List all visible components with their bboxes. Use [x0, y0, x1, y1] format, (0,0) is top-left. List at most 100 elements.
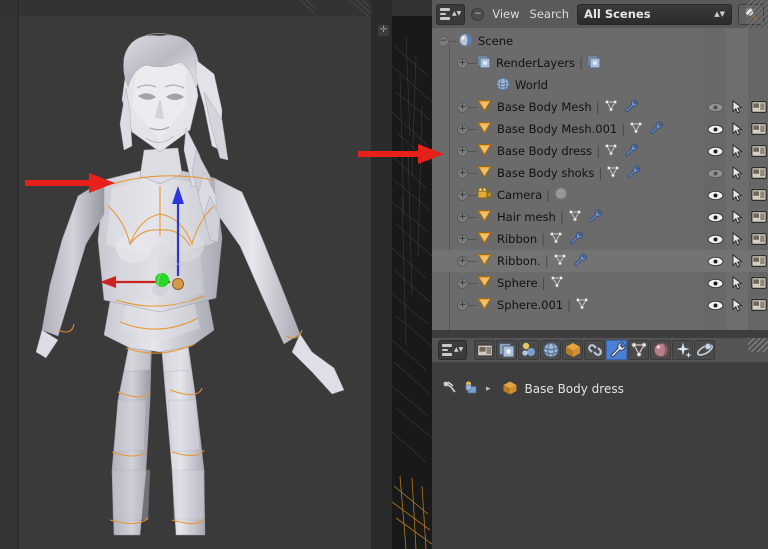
row-expander[interactable]: +: [457, 255, 468, 267]
selectable-cursor-icon[interactable]: [728, 294, 748, 316]
menu-search[interactable]: Search: [528, 7, 572, 21]
renderable-camera-icon[interactable]: [749, 118, 768, 140]
blender-window: ✛ ✛ ✛ Us: [0, 0, 768, 549]
renderable-camera-icon[interactable]: [749, 206, 768, 228]
scene-scope-dropdown[interactable]: All Scenes ▲▼: [577, 3, 732, 25]
chevron-updown-icon: ▲▼: [452, 10, 462, 17]
renderable-camera-icon[interactable]: [749, 184, 768, 206]
scene-tab[interactable]: [518, 340, 540, 360]
outliner-row-label[interactable]: Sphere.001: [497, 298, 563, 312]
render-layers-tab[interactable]: [496, 340, 518, 360]
outliner-row-label[interactable]: World: [515, 78, 548, 92]
outliner-row[interactable]: − Scene: [432, 30, 768, 52]
selectable-cursor-icon[interactable]: [728, 118, 748, 140]
properties-display-mode-icon[interactable]: ▲▼: [438, 340, 468, 360]
renderable-camera-icon[interactable]: [749, 228, 768, 250]
selectable-cursor-icon[interactable]: [728, 206, 748, 228]
3d-viewport[interactable]: ✛ ✛ ✛ Us: [0, 0, 423, 549]
secondary-wireframe-viewport[interactable]: [392, 16, 432, 549]
outliner-row-label[interactable]: RenderLayers: [496, 56, 575, 70]
outliner-row-label[interactable]: Ribbon.: [497, 254, 541, 268]
row-expander[interactable]: +: [457, 299, 468, 311]
constraints-tab[interactable]: [584, 340, 606, 360]
outliner-row-label[interactable]: Base Body Mesh: [497, 100, 592, 114]
wrench-icon: [623, 99, 638, 116]
renderable-camera-icon[interactable]: [749, 96, 768, 118]
properties-tab-bar[interactable]: ▲▼: [432, 338, 768, 362]
pin-icon[interactable]: [442, 380, 457, 398]
texture-tab[interactable]: [672, 340, 694, 360]
visibility-eye-icon[interactable]: [705, 228, 725, 250]
menu-view[interactable]: View: [490, 7, 521, 21]
row-separator: |: [544, 254, 549, 268]
row-separator: |: [596, 144, 601, 158]
row-expander[interactable]: +: [457, 211, 468, 223]
tree-line: [468, 194, 477, 196]
circle-minus-icon[interactable]: −: [471, 7, 485, 21]
row-expander[interactable]: +: [457, 57, 468, 69]
outliner-row-label[interactable]: Base Body Mesh.001: [497, 122, 617, 136]
outliner-row[interactable]: World: [432, 74, 768, 96]
visibility-eye-icon[interactable]: [705, 250, 725, 272]
y-axis-handle: [155, 273, 169, 287]
outliner-row-label[interactable]: Sphere: [497, 276, 538, 290]
visibility-eye-icon[interactable]: [705, 96, 725, 118]
viewport-canvas: [0, 0, 372, 549]
outliner-row-label[interactable]: Camera: [497, 188, 542, 202]
chevron-updown-icon: ▲▼: [454, 346, 464, 353]
object-tab[interactable]: [562, 340, 584, 360]
row-expander[interactable]: +: [457, 277, 468, 289]
camera-data-icon: [554, 187, 568, 203]
outliner-row-label[interactable]: Ribbon: [497, 232, 537, 246]
row-expander[interactable]: +: [457, 145, 468, 157]
row-expander[interactable]: +: [457, 189, 468, 201]
visibility-eye-icon[interactable]: [705, 140, 725, 162]
selectable-cursor-icon[interactable]: [728, 228, 748, 250]
physics-tab[interactable]: [694, 340, 716, 360]
move-handle-icon-1[interactable]: ✛: [378, 25, 389, 36]
outliner-row-label[interactable]: Hair mesh: [497, 210, 556, 224]
row-expander[interactable]: +: [457, 123, 468, 135]
renderable-camera-icon[interactable]: [749, 140, 768, 162]
selectable-cursor-icon[interactable]: [728, 96, 748, 118]
selectable-cursor-icon[interactable]: [728, 162, 748, 184]
renderable-camera-icon[interactable]: [749, 294, 768, 316]
renderable-camera-icon[interactable]: [749, 162, 768, 184]
row-expander[interactable]: +: [457, 101, 468, 113]
render-tab[interactable]: [474, 340, 496, 360]
resize-hatch-decoration: [748, 338, 768, 352]
renderable-camera-icon[interactable]: [749, 272, 768, 294]
row-separator: |: [541, 232, 546, 246]
selectable-cursor-icon[interactable]: [728, 140, 748, 162]
renderlayers-data-icon: [587, 55, 601, 72]
mesh-data-icon: [575, 297, 589, 313]
row-expander[interactable]: +: [457, 233, 468, 245]
outliner-row-label[interactable]: Scene: [478, 34, 513, 48]
outliner-row-label[interactable]: Base Body shoks: [497, 166, 594, 180]
renderable-camera-icon[interactable]: [749, 250, 768, 272]
visibility-eye-icon[interactable]: [705, 184, 725, 206]
selectable-cursor-icon[interactable]: [728, 184, 748, 206]
row-expander[interactable]: +: [457, 167, 468, 179]
object-browse-icon[interactable]: [464, 380, 479, 398]
visibility-eye-icon[interactable]: [705, 294, 725, 316]
material-tab[interactable]: [650, 340, 672, 360]
modifiers-tab[interactable]: [606, 340, 628, 360]
outliner-display-mode-icon[interactable]: ▲▼: [436, 3, 466, 25]
visibility-eye-icon[interactable]: [705, 206, 725, 228]
visibility-eye-icon[interactable]: [705, 118, 725, 140]
magnifier-icon[interactable]: [738, 3, 764, 25]
selectable-cursor-icon[interactable]: [728, 250, 748, 272]
row-expander[interactable]: −: [438, 35, 449, 47]
mesh-icon: [477, 99, 492, 115]
object-data-tab[interactable]: [628, 340, 650, 360]
visibility-eye-icon[interactable]: [705, 162, 725, 184]
physics-icon: [696, 343, 713, 356]
outliner-tree[interactable]: − Scene + RenderLayers | World + Base Body Mesh…: [432, 28, 768, 330]
world-tab[interactable]: [540, 340, 562, 360]
outliner-row-label[interactable]: Base Body dress: [497, 144, 592, 158]
visibility-eye-icon[interactable]: [705, 272, 725, 294]
selectable-cursor-icon[interactable]: [728, 272, 748, 294]
magnifier-glyph: [744, 7, 758, 21]
outliner-row[interactable]: + RenderLayers |: [432, 52, 768, 74]
